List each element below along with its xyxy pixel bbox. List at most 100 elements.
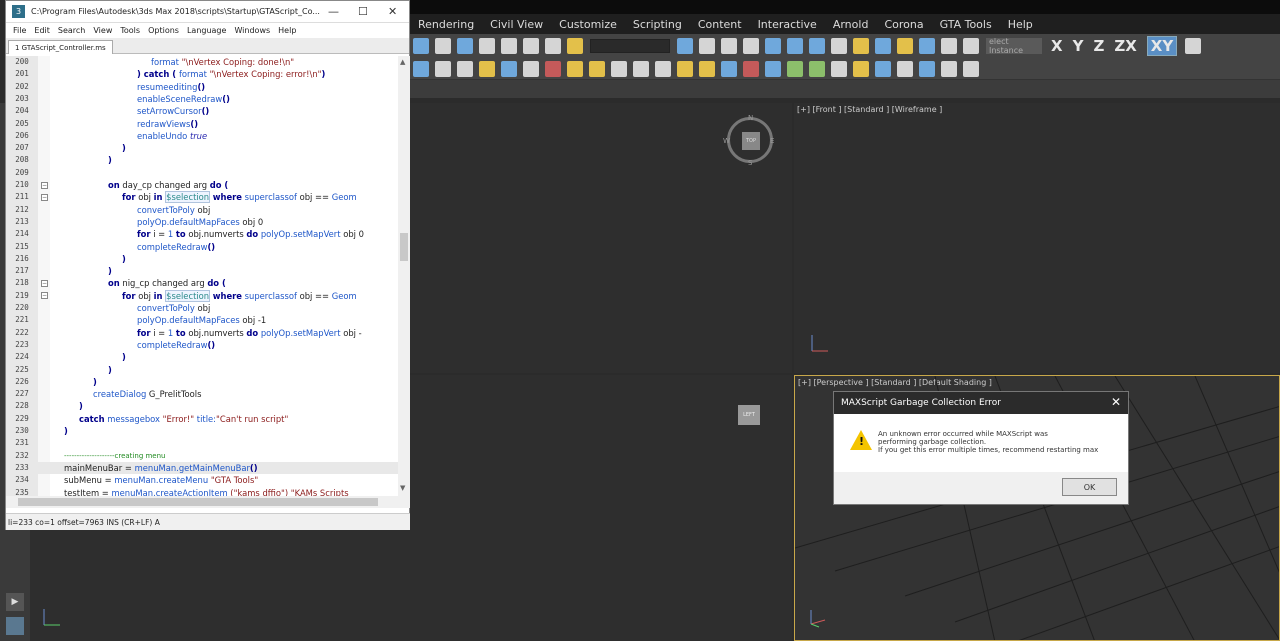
menu-rendering[interactable]: Rendering [410, 18, 482, 31]
menu-edit[interactable]: Edit [30, 26, 54, 35]
edit-named-selection-icon[interactable] [567, 38, 583, 54]
menu-file[interactable]: File [9, 26, 30, 35]
maximize-icon[interactable]: ☐ [358, 5, 368, 18]
menu-arnold[interactable]: Arnold [825, 18, 877, 31]
horizontal-scrollbar[interactable] [6, 496, 410, 508]
spiral-icon[interactable] [853, 60, 869, 77]
fold-toggle-icon[interactable]: − [41, 292, 48, 299]
menu-windows[interactable]: Windows [230, 26, 274, 35]
layer-manager-icon[interactable] [721, 38, 737, 54]
curve-editor-icon[interactable] [787, 38, 803, 54]
menu-scripting[interactable]: Scripting [625, 18, 690, 31]
box-icon[interactable] [567, 60, 583, 77]
viewport-front-label[interactable]: [+] [Front ] [Standard ] [Wireframe ] [797, 105, 942, 114]
axis-z-button[interactable]: Z [1093, 37, 1104, 55]
angle-snap-icon[interactable] [501, 38, 517, 54]
menu-tools[interactable]: Tools [116, 26, 144, 35]
menu-corona[interactable]: Corona [876, 18, 931, 31]
helper-icon[interactable] [545, 60, 561, 77]
grid-icon[interactable] [941, 38, 957, 54]
half-sphere-icon[interactable] [589, 60, 605, 77]
menu-customize[interactable]: Customize [551, 18, 625, 31]
editor-titlebar[interactable]: 3 C:\Program Files\Autodesk\3ds Max 2018… [6, 1, 409, 23]
viewport-front[interactable]: [+] [Front ] [Standard ] [Wireframe ] [794, 103, 1280, 373]
table-icon[interactable] [435, 60, 451, 77]
dialog-titlebar[interactable]: MAXScript Garbage Collection Error ✕ [834, 392, 1128, 414]
expand-arrow-button[interactable]: ▶ [6, 593, 24, 611]
scene-explorer-icon[interactable] [765, 38, 781, 54]
select-place-icon[interactable] [457, 38, 473, 54]
vertical-scrollbar[interactable]: ▲ ▼ [398, 56, 410, 496]
menu-help[interactable]: Help [1000, 18, 1041, 31]
plant-icon[interactable] [787, 60, 803, 77]
menu-search[interactable]: Search [54, 26, 89, 35]
sun-icon[interactable] [677, 60, 693, 77]
rendered-frame-window-icon[interactable] [875, 38, 891, 54]
instance-icon[interactable] [963, 38, 979, 54]
axis-x-button[interactable]: X [1051, 37, 1063, 55]
menu-view[interactable]: View [89, 26, 116, 35]
light-icon[interactable] [479, 60, 495, 77]
toolbar-overflow-icon[interactable] [1185, 38, 1202, 54]
snap-3d-icon[interactable] [479, 38, 495, 54]
fold-toggle-icon[interactable]: − [41, 194, 48, 201]
viewcube-left[interactable]: LEFT [738, 405, 760, 425]
scroll-up-icon[interactable]: ▲ [400, 58, 405, 66]
torus-icon[interactable] [611, 60, 627, 77]
material-icon[interactable] [743, 60, 759, 77]
toggle-ribbon-icon[interactable] [743, 38, 759, 54]
material-editor-icon[interactable] [831, 38, 847, 54]
hair-icon[interactable] [831, 60, 847, 77]
help-question-icon[interactable] [963, 60, 979, 77]
viewport-settings-icon[interactable] [919, 60, 935, 77]
scroll-down-icon[interactable]: ▼ [400, 484, 405, 492]
globe-icon[interactable] [875, 60, 891, 77]
list-icon[interactable] [457, 60, 473, 77]
code-area[interactable]: 200 format "\nVertex Coping: done!\n" 201… [6, 56, 398, 496]
fold-toggle-icon[interactable]: − [41, 280, 48, 287]
render-production-icon[interactable] [897, 38, 913, 54]
align-icon[interactable] [699, 38, 715, 54]
foliage-icon[interactable] [809, 60, 825, 77]
close-icon[interactable]: ✕ [1111, 395, 1121, 409]
close-icon[interactable]: ✕ [388, 5, 397, 18]
mirror-icon[interactable] [677, 38, 693, 54]
named-selection-field[interactable]: elect Instance [986, 37, 1042, 55]
menu-gta-tools[interactable]: GTA Tools [932, 18, 1000, 31]
scroll-thumb[interactable] [400, 233, 408, 261]
ok-button[interactable]: OK [1062, 478, 1117, 496]
clipboard-icon[interactable] [941, 60, 957, 77]
select-and-link-icon[interactable] [413, 38, 429, 54]
render-frame-icon[interactable] [413, 60, 429, 77]
viewcube-top[interactable]: TOP [727, 117, 773, 163]
select-region-icon[interactable] [897, 60, 913, 77]
menu-civil-view[interactable]: Civil View [482, 18, 551, 31]
schematic-view-icon[interactable] [809, 38, 825, 54]
render-setup-icon[interactable] [853, 38, 869, 54]
menu-help[interactable]: Help [274, 26, 300, 35]
create-selection-set-dropdown[interactable] [590, 39, 670, 53]
viewcube-face[interactable]: TOP [742, 132, 760, 150]
viewport-layout-button[interactable] [6, 617, 24, 635]
geosphere-icon[interactable] [699, 60, 715, 77]
sphere-icon[interactable] [523, 60, 539, 77]
move-icon[interactable] [435, 38, 451, 54]
axis-zx-button[interactable]: ZX [1114, 37, 1136, 55]
tab-gtascript-controller[interactable]: 1 GTAScript_Controller.ms [8, 40, 113, 54]
teapot-icon[interactable] [633, 60, 649, 77]
spinner-snap-icon[interactable] [545, 38, 561, 54]
axis-xy-button[interactable]: XY [1146, 36, 1178, 56]
minimize-icon[interactable]: — [328, 5, 339, 18]
mountain-icon[interactable] [765, 60, 781, 77]
menu-language[interactable]: Language [183, 26, 230, 35]
percent-snap-icon[interactable] [523, 38, 539, 54]
scroll-thumb[interactable] [18, 498, 378, 506]
menu-options[interactable]: Options [144, 26, 183, 35]
axis-y-button[interactable]: Y [1073, 37, 1084, 55]
menu-interactive[interactable]: Interactive [750, 18, 825, 31]
fold-toggle-icon[interactable]: − [41, 182, 48, 189]
menu-content[interactable]: Content [690, 18, 750, 31]
render-iterative-icon[interactable] [919, 38, 935, 54]
camera-icon[interactable] [501, 60, 517, 77]
particle-icon[interactable] [721, 60, 737, 77]
